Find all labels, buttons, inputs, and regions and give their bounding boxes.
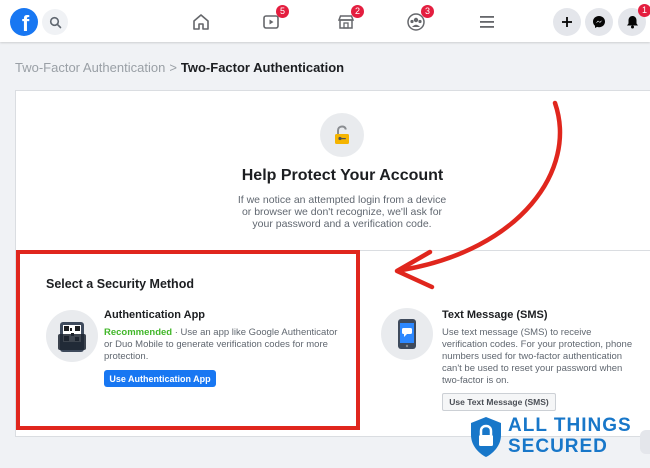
- notifications-badge: 1: [638, 4, 650, 17]
- marketplace-badge: 2: [351, 5, 364, 18]
- search-button[interactable]: [42, 9, 68, 35]
- breadcrumb-parent-link[interactable]: Two-Factor Authentication: [15, 60, 165, 75]
- breadcrumb-separator: >: [169, 60, 177, 75]
- bell-icon: [626, 16, 638, 29]
- hamburger-menu-icon: [480, 16, 494, 28]
- home-icon: [193, 14, 209, 30]
- notifications-button[interactable]: 1: [618, 4, 650, 36]
- sms-title: Text Message (SMS): [442, 309, 548, 321]
- use-sms-button[interactable]: Use Text Message (SMS): [442, 393, 556, 411]
- top-nav-bar: f 5 2 3 1: [0, 0, 650, 42]
- lock-illustration: [320, 113, 364, 157]
- phone-message-icon: [398, 319, 416, 349]
- all-things-secured-watermark: ALL THINGS SECURED: [466, 413, 646, 463]
- breadcrumb: Two-Factor Authentication > Two-Factor Aut…: [15, 60, 344, 75]
- page-description: If we notice an attempted login from a d…: [237, 194, 447, 230]
- watch-tab[interactable]: 5: [258, 5, 289, 35]
- home-tab[interactable]: [188, 9, 214, 35]
- breadcrumb-current: Two-Factor Authentication: [180, 60, 345, 75]
- messenger-button[interactable]: [585, 8, 613, 36]
- plus-icon: [562, 17, 572, 27]
- facebook-logo[interactable]: f: [10, 8, 38, 36]
- create-button[interactable]: [553, 8, 581, 36]
- shield-lock-icon: [471, 417, 501, 457]
- watch-badge: 5: [276, 5, 289, 18]
- messenger-icon: [593, 16, 605, 28]
- watermark-line-2: SECURED: [508, 436, 608, 457]
- page-title: Help Protect Your Account: [241, 167, 444, 184]
- logo-letter: f: [21, 11, 30, 36]
- marketplace-tab[interactable]: 2: [333, 5, 364, 35]
- sms-description: Use text message (SMS) to receive verifi…: [442, 327, 633, 386]
- groups-badge: 3: [421, 5, 434, 18]
- sms-illustration: [381, 308, 433, 360]
- highlight-annotation-box: [16, 250, 360, 430]
- groups-tab[interactable]: 3: [403, 5, 434, 35]
- menu-tab[interactable]: [474, 9, 500, 35]
- side-scroll-tab: [640, 430, 650, 454]
- search-icon: [49, 16, 61, 28]
- watermark-line-1: ALL THINGS: [508, 415, 632, 436]
- padlock-key-icon: [335, 125, 349, 144]
